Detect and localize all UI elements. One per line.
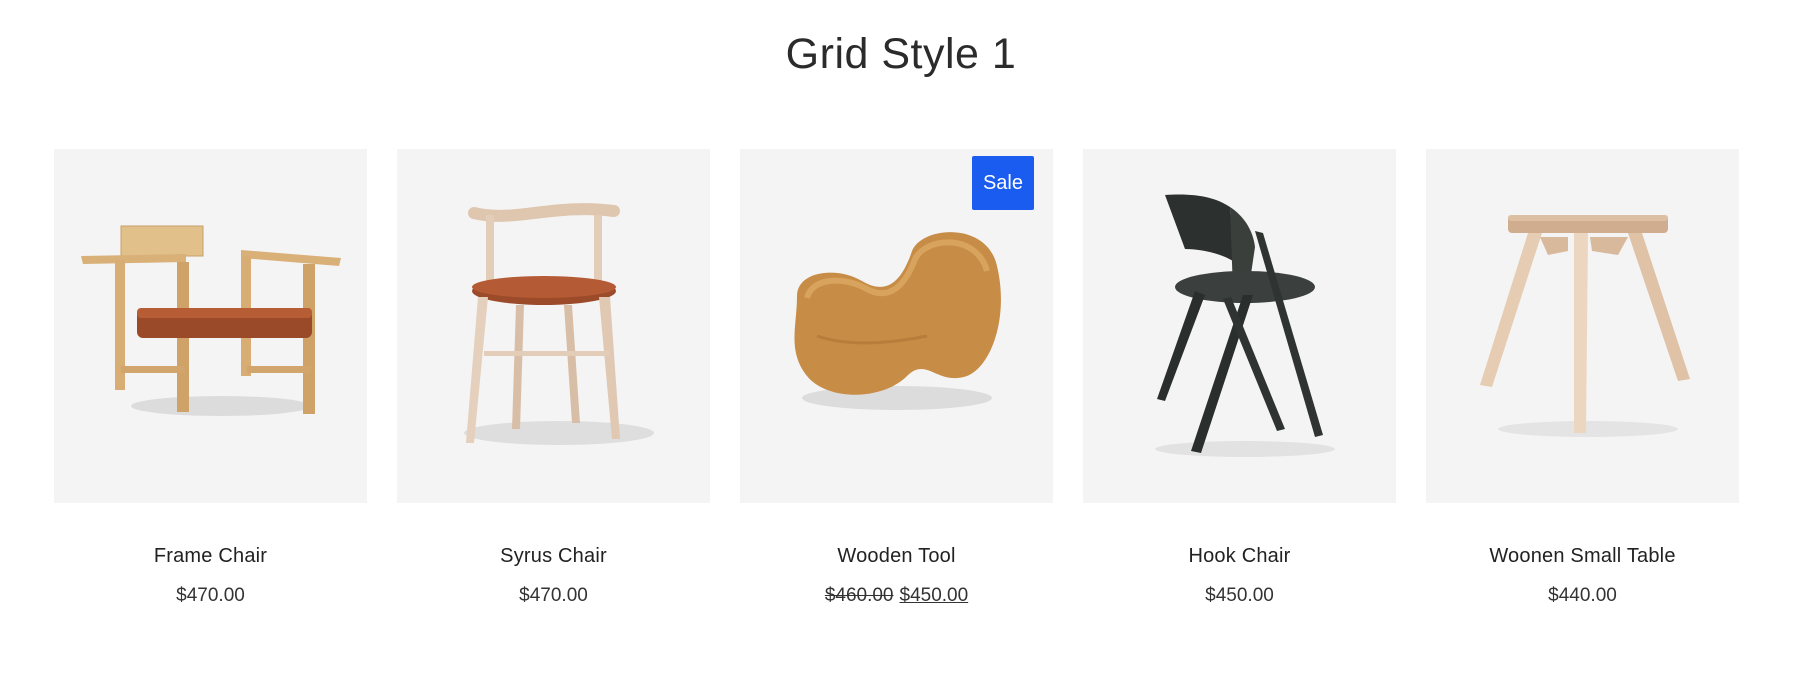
product-card-hook-chair[interactable]: Hook Chair $450.00	[1083, 149, 1396, 607]
sale-badge: Sale	[971, 156, 1034, 210]
product-name[interactable]: Syrus Chair	[500, 545, 607, 568]
product-card-wooden-tool[interactable]: Sale Wooden Tool $460.00 $450.00	[740, 149, 1053, 607]
frame-chair-image	[80, 225, 341, 416]
product-price: $450.00	[1205, 585, 1274, 606]
product-price: $440.00	[1548, 585, 1617, 606]
product-image-small-table[interactable]	[1426, 149, 1739, 503]
product-card-syrus-chair[interactable]: Syrus Chair $470.00	[397, 149, 710, 607]
product-card-frame-chair[interactable]: Frame Chair $470.00	[54, 149, 367, 607]
product-image-syrus-chair[interactable]	[397, 149, 710, 503]
product-price: $460.00 $450.00	[825, 585, 968, 607]
product-price: $470.00	[176, 585, 245, 606]
product-name[interactable]: Frame Chair	[154, 545, 267, 568]
product-sale-price: $450.00	[899, 585, 969, 606]
product-name[interactable]: Woonen Small Table	[1489, 545, 1675, 568]
product-card-woonen-small-table[interactable]: Woonen Small Table $440.00	[1426, 149, 1739, 607]
product-image-wooden-tool[interactable]: Sale	[740, 149, 1053, 503]
wooden-tool-image	[794, 232, 1001, 410]
product-name[interactable]: Hook Chair	[1188, 545, 1290, 568]
product-price: $470.00	[519, 585, 588, 606]
small-table-image	[1479, 215, 1690, 437]
product-grid: Frame Chair $470.00 Syrus Chair $470.00 …	[54, 149, 1739, 607]
page-title: Grid Style 1	[785, 30, 1017, 78]
product-image-hook-chair[interactable]	[1083, 149, 1396, 503]
syrus-chair-image	[463, 203, 654, 445]
product-old-price: $460.00	[824, 585, 894, 606]
product-image-frame-chair[interactable]	[54, 149, 367, 503]
product-name[interactable]: Wooden Tool	[837, 545, 955, 568]
hook-chair-image	[1154, 194, 1335, 457]
